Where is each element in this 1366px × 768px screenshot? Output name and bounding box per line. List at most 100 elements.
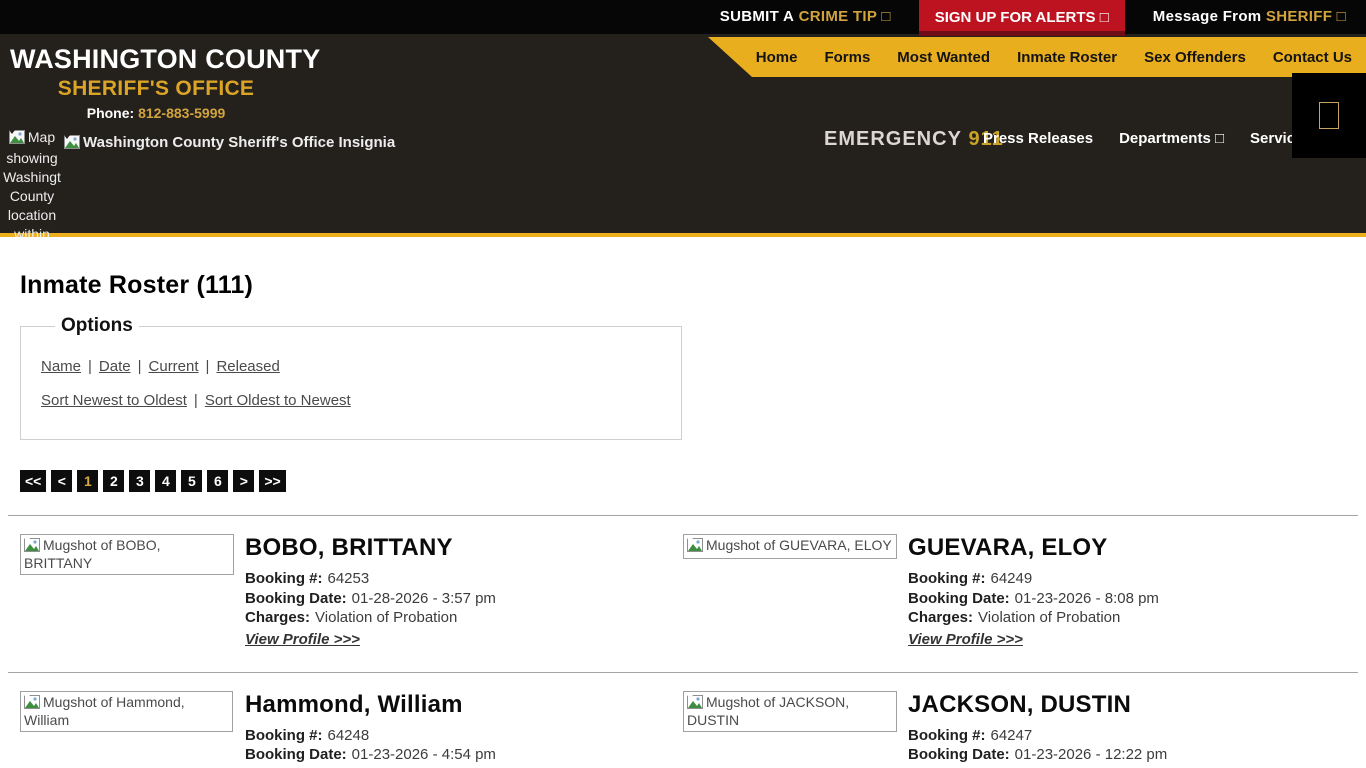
insignia-broken-image: Washington County Sheriff's Office Insig…: [64, 134, 395, 153]
booking-number-value: 64247: [991, 727, 1033, 744]
county-map-broken-image: Map showing Washingt County location wit…: [0, 128, 64, 237]
mugshot-alt-text: Mugshot of JACKSON, DUSTIN: [687, 694, 849, 728]
site-header: SUBMIT A CRIME TIP □ SIGN UP FOR ALERTS …: [0, 0, 1366, 237]
message-from-sheriff-link[interactable]: Message From SHERIFF □: [1153, 0, 1346, 34]
page-next-button[interactable]: >: [233, 470, 254, 492]
booking-number-label: Booking #:: [908, 570, 986, 587]
page-last-button[interactable]: >>: [259, 470, 285, 492]
main-content: Inmate Roster (111) Options Name|Date|Cu…: [0, 271, 1366, 768]
press-releases-link[interactable]: Press Releases: [983, 130, 1093, 147]
page-2-button[interactable]: 2: [103, 470, 124, 492]
view-profile-link[interactable]: View Profile >>>: [245, 631, 360, 648]
sign-up-alerts-button[interactable]: SIGN UP FOR ALERTS □: [919, 0, 1125, 36]
county-title: WASHINGTON COUNTY: [10, 44, 320, 75]
inmate-name: Hammond, William: [245, 691, 496, 719]
page-4-button[interactable]: 4: [155, 470, 176, 492]
filter-name-link[interactable]: Name: [41, 358, 81, 375]
mugshot-alt-text: Mugshot of GUEVARA, ELOY: [706, 537, 892, 553]
mugshot-broken-image[interactable]: Mugshot of JACKSON, DUSTIN: [683, 691, 897, 732]
broken-image-icon: [64, 135, 80, 153]
broken-image-icon: [24, 695, 40, 712]
inmate-entry: Mugshot of GUEVARA, ELOY GUEVARA, ELOY B…: [683, 516, 1346, 649]
nav-item-home[interactable]: Home: [756, 49, 798, 66]
booking-number-label: Booking #:: [245, 570, 323, 587]
booking-number-row: Booking #:64247: [908, 726, 1167, 746]
mugshot-alt-text: Mugshot of Hammond, William: [24, 694, 185, 728]
inmate-entry: Mugshot of Hammond, William Hammond, Wil…: [20, 673, 683, 768]
header-corner-button[interactable]: [1292, 73, 1366, 158]
submit-crime-tip-link[interactable]: SUBMIT A CRIME TIP □: [720, 0, 891, 34]
booking-date-row: Booking Date: 01-28-2026 - 3:57 pm: [245, 589, 496, 609]
page-first-button[interactable]: <<: [20, 470, 46, 492]
separator: |: [206, 358, 210, 375]
booking-number-value: 64253: [328, 570, 370, 587]
message-from-prefix: Message From: [1153, 8, 1262, 25]
inmate-entry: Mugshot of JACKSON, DUSTIN JACKSON, DUST…: [683, 673, 1346, 768]
booking-date-label: Booking Date:: [908, 590, 1010, 607]
booking-date-value: 01-28-2026 - 3:57 pm: [352, 590, 496, 607]
inmate-name: BOBO, BRITTANY: [245, 534, 496, 562]
charges-label: Charges:: [245, 609, 310, 626]
booking-date-value: 01-23-2026 - 8:08 pm: [1015, 590, 1159, 607]
charges-row: Charges:Battery: [245, 765, 496, 768]
secondary-nav: Press Releases Departments □ Services □: [983, 130, 1325, 147]
phone-line: Phone: 812-883-5999: [0, 105, 312, 121]
filter-released-link[interactable]: Released: [216, 358, 279, 375]
nav-item-inmate-roster[interactable]: Inmate Roster: [1017, 49, 1117, 66]
view-profile-link[interactable]: View Profile >>>: [908, 631, 1023, 648]
mugshot-cell: Mugshot of GUEVARA, ELOY: [683, 534, 908, 649]
nav-item-most-wanted[interactable]: Most Wanted: [897, 49, 990, 66]
inmate-roster-row-1: Mugshot of BOBO, BRITTANY BOBO, BRITTANY…: [20, 516, 1346, 649]
booking-date-label: Booking Date:: [245, 590, 347, 607]
phone-number-link[interactable]: 812-883-5999: [138, 105, 225, 121]
nav-item-forms[interactable]: Forms: [824, 49, 870, 66]
inmate-name: GUEVARA, ELOY: [908, 534, 1159, 562]
sort-links-row: Sort Newest to Oldest|Sort Oldest to New…: [41, 392, 661, 409]
filter-current-link[interactable]: Current: [149, 358, 199, 375]
mugshot-broken-image[interactable]: Mugshot of BOBO, BRITTANY: [20, 534, 234, 575]
charges-label: Charges:: [908, 609, 973, 626]
charges-row: Charges:Violation of Probation: [908, 765, 1167, 768]
submit-crime-tip-prefix: SUBMIT A: [720, 8, 794, 25]
booking-date-label: Booking Date:: [908, 746, 1010, 763]
booking-number-row: Booking #:64249: [908, 569, 1159, 589]
pagination: << < 1 2 3 4 5 6 > >>: [20, 470, 1346, 492]
options-panel: Options Name|Date|Current|Released Sort …: [20, 315, 682, 440]
page-6-button[interactable]: 6: [207, 470, 228, 492]
booking-date-value: 01-23-2026 - 4:54 pm: [352, 746, 496, 763]
mugshot-cell: Mugshot of Hammond, William: [20, 691, 245, 768]
nav-item-sex-offenders[interactable]: Sex Offenders: [1144, 49, 1246, 66]
inmate-name: JACKSON, DUSTIN: [908, 691, 1167, 719]
inmate-details: JACKSON, DUSTIN Booking #:64247 Booking …: [908, 691, 1167, 768]
mugshot-broken-image[interactable]: Mugshot of Hammond, William: [20, 691, 233, 732]
page-title: Inmate Roster (111): [20, 271, 1346, 300]
page-3-button[interactable]: 3: [129, 470, 150, 492]
mugshot-broken-image[interactable]: Mugshot of GUEVARA, ELOY: [683, 534, 897, 559]
office-subtitle: SHERIFF'S OFFICE: [0, 77, 312, 101]
missing-glyph-icon: [1319, 102, 1339, 129]
page-1-button[interactable]: 1: [77, 470, 98, 492]
inmate-roster-row-2: Mugshot of Hammond, William Hammond, Wil…: [20, 673, 1346, 768]
page-prev-button[interactable]: <: [51, 470, 72, 492]
top-utility-bar: SUBMIT A CRIME TIP □ SIGN UP FOR ALERTS …: [0, 0, 1366, 34]
booking-number-row: Booking #: 64253: [245, 569, 496, 589]
page-5-button[interactable]: 5: [181, 470, 202, 492]
departments-menu[interactable]: Departments □: [1119, 130, 1224, 147]
filter-date-link[interactable]: Date: [99, 358, 131, 375]
booking-number-row: Booking #:64248: [245, 726, 496, 746]
emergency-911-text: EMERGENCY 911: [824, 128, 1004, 151]
booking-date-row: Booking Date:01-23-2026 - 12:22 pm: [908, 745, 1167, 765]
sort-oldest-link[interactable]: Sort Oldest to Newest: [205, 392, 351, 409]
filter-links-row: Name|Date|Current|Released: [41, 358, 661, 375]
broken-image-icon: [9, 130, 25, 149]
phone-label: Phone:: [87, 105, 134, 121]
insignia-alt-text: Washington County Sheriff's Office Insig…: [83, 134, 395, 151]
sort-newest-link[interactable]: Sort Newest to Oldest: [41, 392, 187, 409]
booking-date-row: Booking Date:01-23-2026 - 4:54 pm: [245, 745, 496, 765]
options-legend: Options: [55, 315, 139, 337]
charges-row: Charges: Violation of Probation: [245, 608, 496, 628]
nav-item-contact-us[interactable]: Contact Us: [1273, 49, 1352, 66]
booking-number-label: Booking #:: [245, 727, 323, 744]
charges-value: Violation of Probation: [315, 609, 457, 626]
mugshot-alt-text: Mugshot of BOBO, BRITTANY: [24, 537, 161, 571]
